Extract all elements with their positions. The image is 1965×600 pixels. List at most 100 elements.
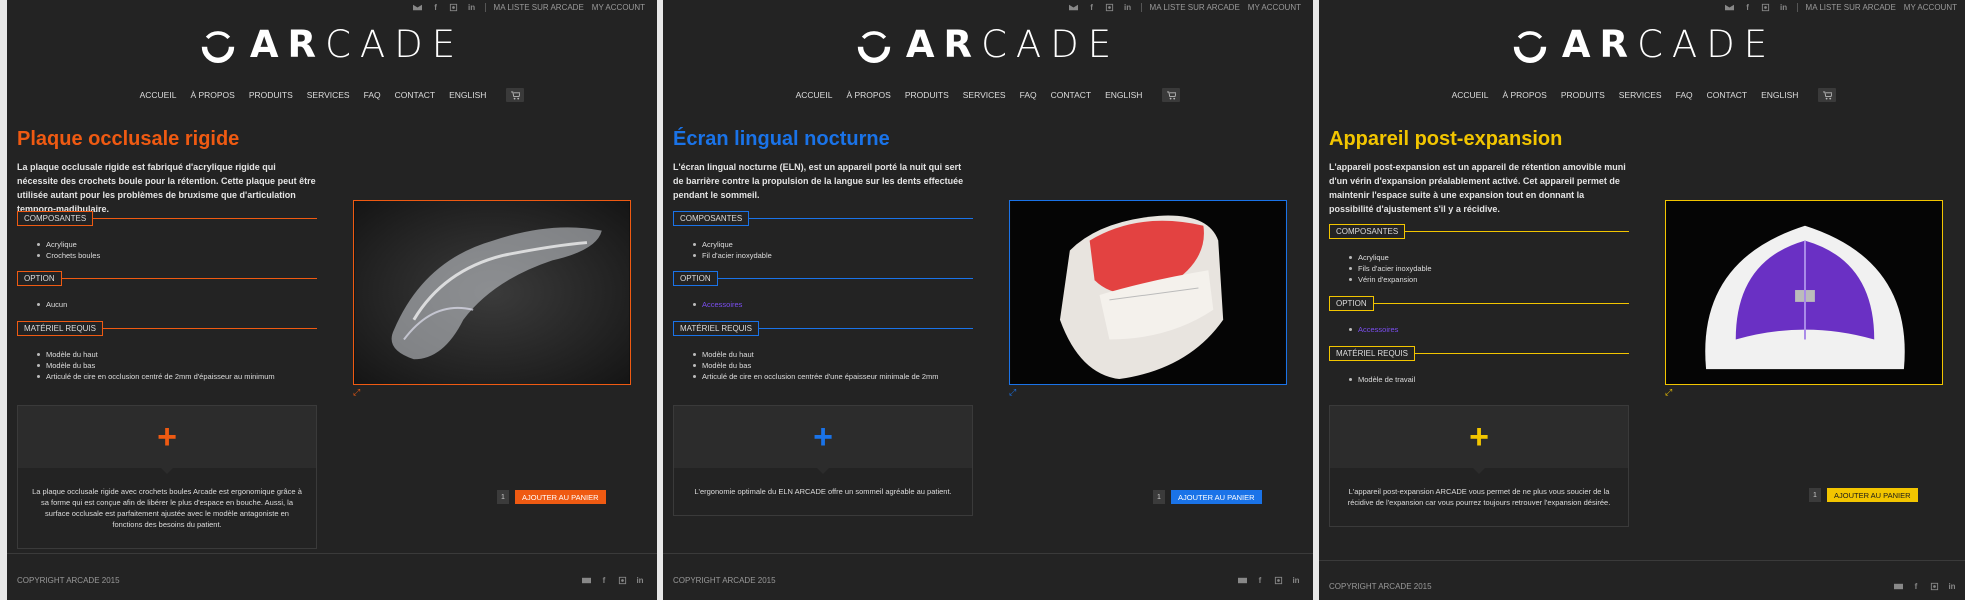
accessories-link[interactable]: Accessoires (693, 299, 742, 310)
product-photo[interactable] (353, 200, 631, 385)
linkedin-icon[interactable]: in (1291, 575, 1301, 585)
nav-item-a-propos[interactable]: À PROPOS (1502, 90, 1546, 100)
nav-item-a-propos[interactable]: À PROPOS (846, 90, 890, 100)
expansion-appliance-image (1666, 201, 1942, 384)
nav-item-faq[interactable]: FAQ (1676, 90, 1693, 100)
nav-item-contact[interactable]: CONTACT (1051, 90, 1091, 100)
nav-item-services[interactable]: SERVICES (307, 90, 350, 100)
instagram-icon[interactable] (1761, 2, 1771, 12)
instagram-icon[interactable] (617, 575, 627, 585)
envelope-icon[interactable] (581, 575, 591, 585)
nav-item-faq[interactable]: FAQ (1020, 90, 1037, 100)
add-to-cart-button[interactable]: AJOUTER AU PANIER (515, 490, 606, 504)
nav-item-english[interactable]: ENGLISH (449, 90, 486, 100)
nav-item-services[interactable]: SERVICES (1619, 90, 1662, 100)
quantity-input[interactable]: 1 (497, 490, 509, 504)
linkedin-icon[interactable]: in (467, 2, 477, 12)
product-photo[interactable] (1009, 200, 1287, 385)
nav-item-accueil[interactable]: ACCUEIL (796, 90, 833, 100)
add-to-cart-row: 1 AJOUTER AU PANIER (497, 490, 606, 504)
linkedin-icon[interactable]: in (635, 575, 645, 585)
nav-item-produits[interactable]: PRODUITS (1561, 90, 1605, 100)
linkedin-icon[interactable]: in (1779, 2, 1789, 12)
arcade-logo[interactable]: ARCADE (663, 26, 1313, 63)
product-photo[interactable] (1665, 200, 1943, 385)
footer-divider (663, 553, 1313, 554)
plus-icon: + (157, 418, 177, 456)
envelope-icon[interactable] (1069, 2, 1079, 12)
list-item: Aucun (37, 299, 67, 310)
nav-item-english[interactable]: ENGLISH (1105, 90, 1142, 100)
footer-social: f in (1237, 575, 1301, 585)
wishlist-link[interactable]: MA LISTE SUR ARCADE (1150, 3, 1240, 12)
feature-header[interactable]: + (674, 406, 972, 474)
lingual-screen-image (1010, 201, 1286, 384)
nav-item-contact[interactable]: CONTACT (395, 90, 435, 100)
feature-header[interactable]: + (1330, 406, 1628, 474)
section-label: COMPOSANTES (17, 211, 94, 226)
nav-item-services[interactable]: SERVICES (963, 90, 1006, 100)
top-bar: f in MA LISTE SUR ARCADE MY ACCOUNT (1725, 2, 1957, 12)
feature-header[interactable]: + (18, 406, 316, 474)
nav-item-accueil[interactable]: ACCUEIL (140, 90, 177, 100)
cart-button[interactable] (506, 88, 525, 102)
nav-item-a-propos[interactable]: À PROPOS (190, 90, 234, 100)
arcade-logo[interactable]: ARCADE (1319, 26, 1965, 63)
spec-list: Modèle de travail (1349, 374, 1415, 385)
facebook-icon[interactable]: f (431, 2, 441, 12)
notch (161, 468, 173, 474)
footer-divider (7, 553, 657, 554)
envelope-icon[interactable] (413, 2, 423, 12)
feature-text: L'ergonomie optimale du ELN ARCADE offre… (694, 487, 952, 496)
nav-item-produits[interactable]: PRODUITS (905, 90, 949, 100)
nav-item-produits[interactable]: PRODUITS (249, 90, 293, 100)
my-account-link[interactable]: MY ACCOUNT (592, 3, 645, 12)
facebook-icon[interactable]: f (1911, 581, 1921, 591)
add-to-cart-button[interactable]: AJOUTER AU PANIER (1827, 488, 1918, 502)
list-item: Acrylique (1349, 252, 1432, 263)
quantity-input[interactable]: 1 (1153, 490, 1165, 504)
my-account-link[interactable]: MY ACCOUNT (1248, 3, 1301, 12)
expand-icon[interactable]: ⤢ (1665, 387, 1672, 398)
footer-social: f in (581, 575, 645, 585)
nav-item-english[interactable]: ENGLISH (1761, 90, 1798, 100)
instagram-icon[interactable] (1273, 575, 1283, 585)
arcade-logo[interactable]: ARCADE (7, 26, 657, 63)
wishlist-link[interactable]: MA LISTE SUR ARCADE (1806, 3, 1896, 12)
cart-icon (1822, 90, 1832, 100)
instagram-icon[interactable] (1929, 581, 1939, 591)
product-title: Appareil post-expansion (1329, 128, 1563, 150)
product-description: La plaque occlusale rigide est fabriqué … (17, 162, 316, 214)
wishlist-link[interactable]: MA LISTE SUR ARCADE (494, 3, 584, 12)
nav-item-faq[interactable]: FAQ (364, 90, 381, 100)
expand-icon[interactable]: ⤢ (1009, 387, 1016, 398)
nav-item-accueil[interactable]: ACCUEIL (1452, 90, 1489, 100)
facebook-icon[interactable]: f (1743, 2, 1753, 12)
cart-button[interactable] (1162, 88, 1181, 102)
facebook-icon[interactable]: f (599, 575, 609, 585)
notch (1473, 468, 1485, 474)
facebook-icon[interactable]: f (1087, 2, 1097, 12)
envelope-icon[interactable] (1237, 575, 1247, 585)
linkedin-icon[interactable]: in (1947, 581, 1957, 591)
instagram-icon[interactable] (1105, 2, 1115, 12)
my-account-link[interactable]: MY ACCOUNT (1904, 3, 1957, 12)
nav-item-contact[interactable]: CONTACT (1707, 90, 1747, 100)
quantity-input[interactable]: 1 (1809, 488, 1821, 502)
section-label: OPTION (1329, 296, 1374, 311)
logo-text: ARCADE (905, 23, 1121, 66)
list-item: Modèle du haut (693, 349, 939, 360)
accessories-link[interactable]: Accessoires (1349, 324, 1398, 335)
envelope-icon[interactable] (1893, 581, 1903, 591)
cart-button[interactable] (1818, 88, 1837, 102)
list-item: Acrylique (37, 239, 100, 250)
envelope-icon[interactable] (1725, 2, 1735, 12)
divider (1140, 2, 1142, 12)
instagram-icon[interactable] (449, 2, 459, 12)
add-to-cart-button[interactable]: AJOUTER AU PANIER (1171, 490, 1262, 504)
spec-section-header: MATÉRIEL REQUIS (1329, 346, 1629, 361)
expand-icon[interactable]: ⤢ (353, 387, 360, 398)
linkedin-icon[interactable]: in (1123, 2, 1133, 12)
spec-list: Acrylique Fil d'acier inoxydable (693, 239, 772, 261)
facebook-icon[interactable]: f (1255, 575, 1265, 585)
